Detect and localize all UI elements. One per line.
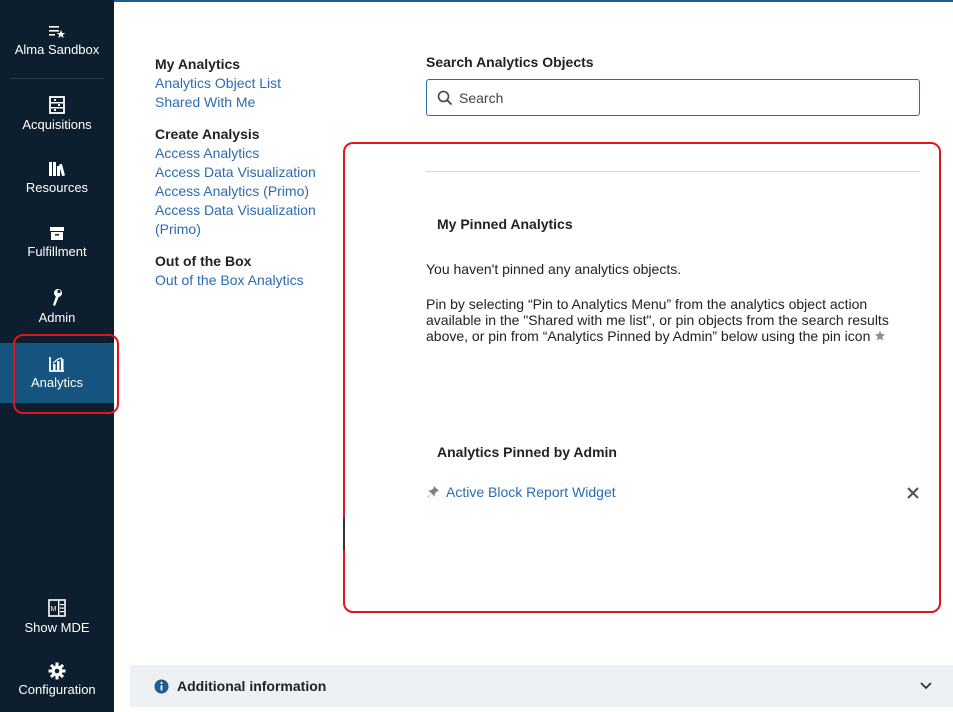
highlight-box-pinned-panel xyxy=(343,142,941,613)
additional-information-bar[interactable]: Additional information xyxy=(130,665,953,707)
pinned-empty-text: You haven't pinned any analytics objects… xyxy=(426,261,682,277)
sidebar-item-label: Acquisitions xyxy=(22,117,92,132)
sidebar-item-label: Admin xyxy=(38,310,76,325)
sidebar-item-configuration[interactable]: Configuration xyxy=(0,662,114,697)
info-icon xyxy=(154,679,169,694)
top-accent-line xyxy=(114,0,953,2)
search-input[interactable] xyxy=(459,86,899,110)
search-box[interactable] xyxy=(426,79,920,116)
link-access-data-visualization[interactable]: Access Data Visualization xyxy=(155,163,345,182)
search-icon xyxy=(437,90,453,106)
sidebar-item-fulfillment[interactable]: Fulfillment xyxy=(0,224,114,259)
list-star-icon xyxy=(49,26,66,38)
sidebar-item-alma-sandbox[interactable]: Alma Sandbox xyxy=(0,22,114,57)
wrench-icon xyxy=(53,289,62,306)
sidebar-item-acquisitions[interactable]: Acquisitions xyxy=(0,95,114,132)
create-analysis-heading: Create Analysis xyxy=(155,126,260,142)
sidebar-item-admin[interactable]: Admin xyxy=(0,288,114,325)
sidebar-item-label: Alma Sandbox xyxy=(14,42,100,57)
analytics-pinned-by-admin-title: Analytics Pinned by Admin xyxy=(437,444,617,460)
archive-icon xyxy=(50,227,64,240)
link-active-block-report-widget[interactable]: Active Block Report Widget xyxy=(446,484,616,500)
sidebar-item-label: Fulfillment xyxy=(27,244,87,259)
sidebar-item-resources[interactable]: Resources xyxy=(0,160,114,195)
main-sidebar: Alma Sandbox Acquisitions Resources Fulf… xyxy=(0,0,119,712)
sidebar-item-show-mde[interactable]: M Show MDE xyxy=(0,598,114,635)
gear-icon xyxy=(48,662,66,680)
out-of-box-heading: Out of the Box xyxy=(155,253,252,269)
pinned-hint: Pin by selecting “Pin to Analytics Menu”… xyxy=(426,296,916,344)
divider xyxy=(426,171,920,172)
search-title: Search Analytics Objects xyxy=(426,54,594,70)
my-analytics-group: My Analytics Analytics Object List Share… xyxy=(155,56,345,112)
link-access-analytics-primo[interactable]: Access Analytics (Primo) xyxy=(155,182,345,201)
abacus-icon xyxy=(49,96,65,114)
books-icon xyxy=(49,162,66,177)
sidebar-item-label: Show MDE xyxy=(24,620,90,635)
link-shared-with-me[interactable]: Shared With Me xyxy=(155,93,345,112)
text-cursor-bar xyxy=(343,518,345,550)
admin-pinned-item: Active Block Report Widget xyxy=(426,484,920,504)
out-of-box-group: Out of the Box Out of the Box Analytics xyxy=(155,253,345,290)
create-analysis-group: Create Analysis Access Analytics Access … xyxy=(155,126,345,239)
chevron-down-icon[interactable] xyxy=(920,682,932,690)
link-access-data-visualization-primo[interactable]: Access Data Visualization (Primo) xyxy=(155,201,345,239)
sidebar-divider xyxy=(10,78,104,79)
pinned-hint-text: Pin by selecting “Pin to Analytics Menu”… xyxy=(426,296,889,344)
link-access-analytics[interactable]: Access Analytics xyxy=(155,144,345,163)
additional-information-label: Additional information xyxy=(177,678,327,694)
svg-text:M: M xyxy=(51,606,57,613)
sidebar-item-label: Configuration xyxy=(18,682,96,697)
close-icon[interactable] xyxy=(906,486,920,500)
my-analytics-heading: My Analytics xyxy=(155,56,241,72)
link-out-of-the-box-analytics[interactable]: Out of the Box Analytics xyxy=(155,271,345,290)
sidebar-item-label: Resources xyxy=(25,180,89,195)
my-pinned-analytics-title: My Pinned Analytics xyxy=(437,216,573,232)
pin-icon[interactable] xyxy=(426,485,440,499)
link-analytics-object-list[interactable]: Analytics Object List xyxy=(155,74,345,93)
highlight-box-analytics xyxy=(13,334,119,414)
pin-icon xyxy=(875,330,886,341)
analytics-menu: My Analytics Analytics Object List Share… xyxy=(155,56,345,304)
mde-icon: M xyxy=(48,599,66,617)
